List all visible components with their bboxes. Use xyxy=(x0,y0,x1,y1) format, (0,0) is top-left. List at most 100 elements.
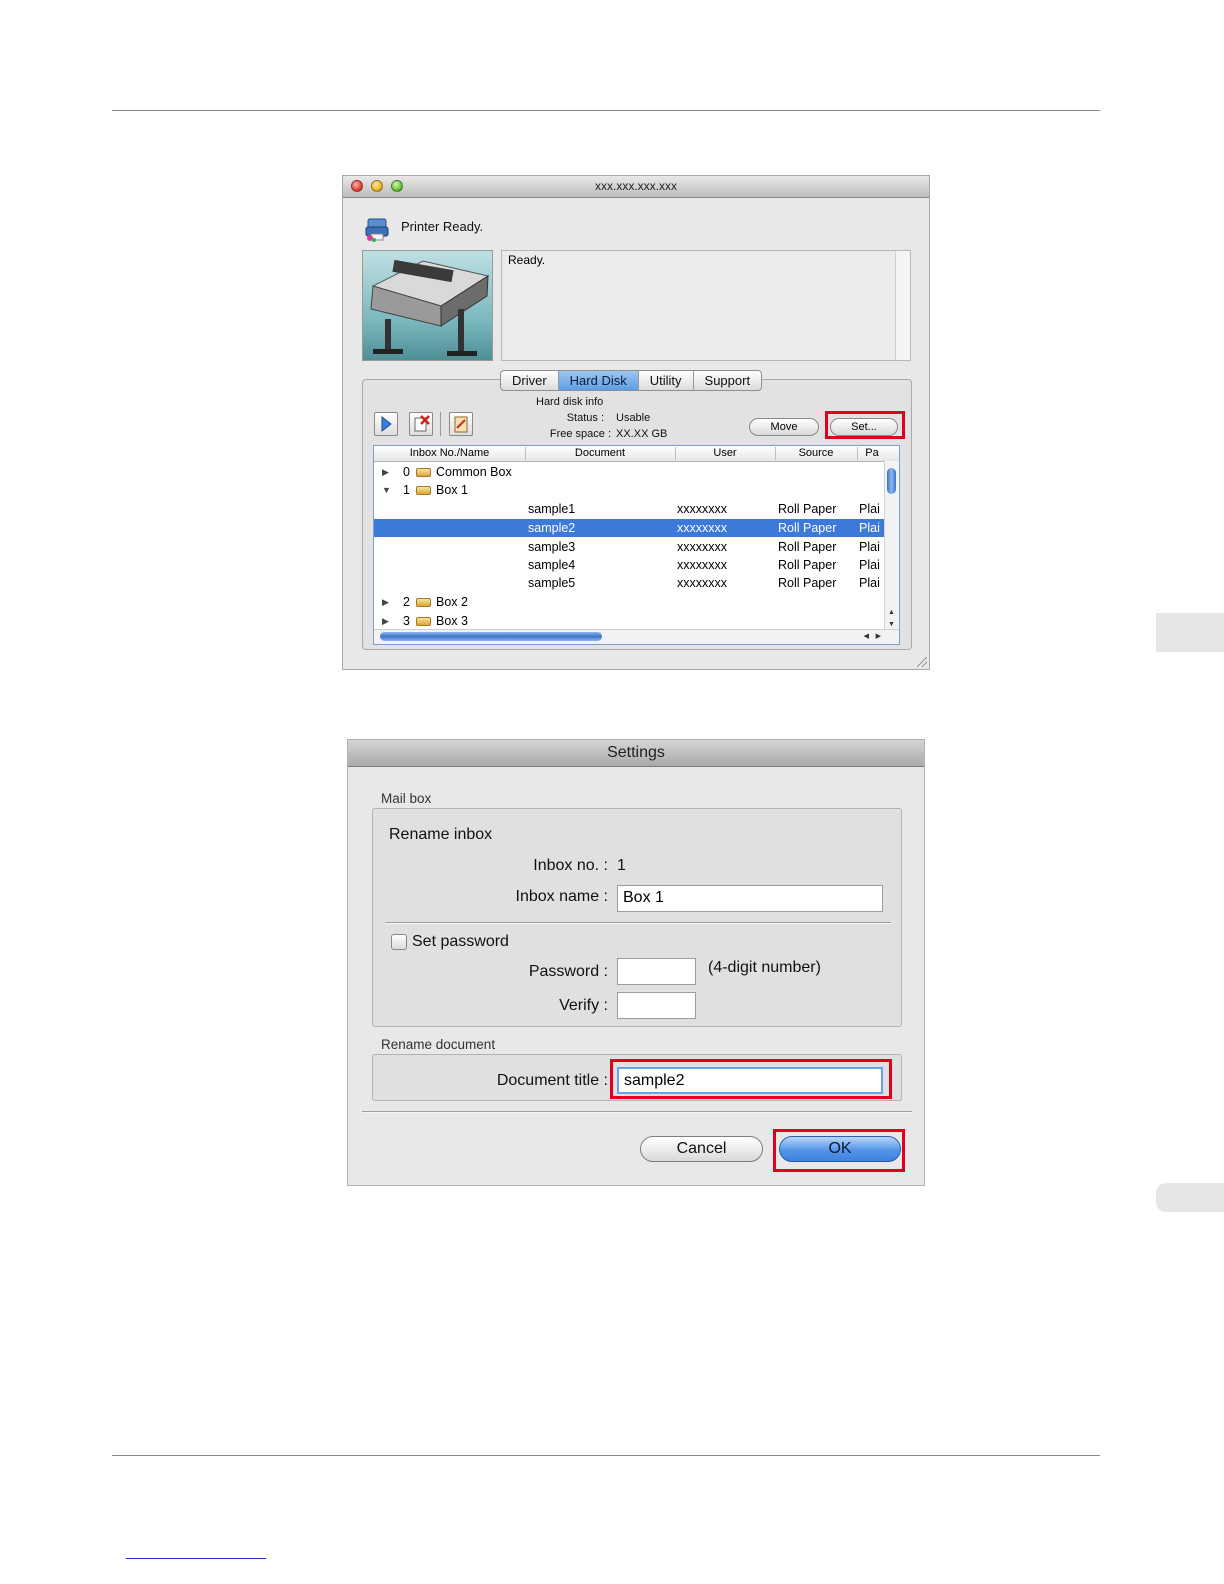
index-tab xyxy=(1156,1183,1224,1212)
doc-source: Roll Paper xyxy=(778,521,837,535)
verify-field[interactable] xyxy=(617,992,696,1019)
rename-inbox-heading: Rename inbox xyxy=(389,826,493,843)
doc-pa: Plai xyxy=(859,558,880,572)
tab-utility[interactable]: Utility xyxy=(639,371,694,390)
toolbar-separator xyxy=(440,412,441,436)
password-label: Password : xyxy=(528,963,608,980)
tab-driver[interactable]: Driver xyxy=(501,371,559,390)
inbox-row-box2[interactable]: ▶ 2 Box 2 xyxy=(374,593,885,611)
doc-user: xxxxxxxx xyxy=(677,540,727,554)
status-message: Ready. xyxy=(508,253,546,267)
inbox-name: Box 2 xyxy=(436,595,468,609)
status-message-box: Ready. xyxy=(501,250,911,361)
document-title-highlight xyxy=(610,1059,892,1099)
move-button[interactable]: Move xyxy=(749,418,819,436)
doc-pa: Plai xyxy=(859,540,880,554)
horizontal-scroll-thumb[interactable] xyxy=(380,632,602,641)
inbox-row-box1[interactable]: ▼ 1 Box 1 xyxy=(374,481,885,499)
inbox-no: 1 xyxy=(403,483,410,497)
button-divider xyxy=(362,1111,912,1113)
mail-box-group-label: Mail box xyxy=(381,791,432,806)
footer-link-underline xyxy=(126,1558,266,1559)
delete-job-button[interactable] xyxy=(409,412,433,436)
folder-icon xyxy=(416,617,431,626)
ok-button-highlight xyxy=(773,1129,905,1172)
document-row[interactable]: sample5 xxxxxxxx Roll Paper Plai xyxy=(374,574,885,592)
settings-dialog: Settings Mail box Rename inbox Inbox no.… xyxy=(347,739,925,1186)
tab-hard-disk[interactable]: Hard Disk xyxy=(558,371,639,390)
set-button-highlight xyxy=(825,411,905,439)
printer-status-icon xyxy=(365,218,389,242)
document-row-selected[interactable]: sample2 xxxxxxxx Roll Paper Plai xyxy=(374,519,885,537)
tab-bar: Driver Hard Disk Utility Support xyxy=(500,370,763,391)
horizontal-scrollbar[interactable]: ◀ ▶ xyxy=(374,629,899,644)
inbox-no: 3 xyxy=(403,614,410,628)
col-document[interactable]: Document xyxy=(525,447,676,460)
doc-name: sample2 xyxy=(528,521,576,535)
doc-user: xxxxxxxx xyxy=(677,576,727,590)
col-pa[interactable]: Pa xyxy=(857,447,887,460)
inbox-row-box3[interactable]: ▶ 3 Box 3 xyxy=(374,612,885,630)
printer-image xyxy=(362,250,493,361)
col-user[interactable]: User xyxy=(675,447,776,460)
page-top-rule xyxy=(112,110,1100,111)
tab-support[interactable]: Support xyxy=(694,371,762,390)
doc-pa: Plai xyxy=(859,502,880,516)
doc-pa: Plai xyxy=(859,576,880,590)
disclosure-right-icon[interactable]: ▶ xyxy=(382,612,389,630)
set-password-checkbox[interactable] xyxy=(391,934,407,950)
verify-label: Verify : xyxy=(559,997,608,1014)
doc-pa: Plai xyxy=(859,521,880,535)
col-source[interactable]: Source xyxy=(775,447,858,460)
disclosure-right-icon[interactable]: ▶ xyxy=(382,463,389,481)
doc-source: Roll Paper xyxy=(778,502,837,516)
doc-source: Roll Paper xyxy=(778,576,837,590)
printer-status-window: xxx.xxx.xxx.xxx Printer Ready. Ready. Dr… xyxy=(342,175,930,670)
dialog-title: Settings xyxy=(348,740,924,767)
doc-user: xxxxxxxx xyxy=(677,502,727,516)
group-divider xyxy=(385,922,891,924)
rename-document-group-label: Rename document xyxy=(381,1037,496,1052)
doc-name: sample5 xyxy=(528,576,576,590)
doc-name: sample1 xyxy=(528,502,576,516)
resize-grip[interactable] xyxy=(917,657,927,667)
inbox-name-label: Inbox name : xyxy=(515,888,609,905)
document-row[interactable]: sample3 xxxxxxxx Roll Paper Plai xyxy=(374,538,885,556)
play-icon xyxy=(381,415,392,433)
password-field[interactable] xyxy=(617,958,696,985)
status-value: Usable xyxy=(616,412,651,424)
col-inbox-name[interactable]: Inbox No./Name xyxy=(374,447,526,460)
status-title: Printer Ready. xyxy=(401,219,484,234)
message-scrollbar[interactable] xyxy=(895,251,910,360)
scroll-left-icon[interactable]: ◀ xyxy=(864,632,869,640)
disclosure-right-icon[interactable]: ▶ xyxy=(382,593,389,611)
scroll-right-icon[interactable]: ▶ xyxy=(876,632,881,640)
open-folder-icon xyxy=(416,468,431,477)
inbox-no: 2 xyxy=(403,595,410,609)
inbox-no-value: 1 xyxy=(617,857,626,874)
inbox-name-field[interactable]: Box 1 xyxy=(617,885,883,912)
job-properties-button[interactable] xyxy=(449,412,473,436)
scroll-up-icon[interactable]: ▲ xyxy=(888,609,895,616)
table-header: Inbox No./Name Document User Source Pa xyxy=(374,446,899,462)
window-titlebar[interactable]: xxx.xxx.xxx.xxx xyxy=(343,176,929,198)
cancel-button[interactable]: Cancel xyxy=(640,1136,763,1162)
set-password-label[interactable]: Set password xyxy=(412,933,509,951)
properties-icon xyxy=(454,416,468,433)
window-title: xxx.xxx.xxx.xxx xyxy=(594,179,677,193)
folder-icon xyxy=(416,486,431,495)
scroll-down-icon[interactable]: ▼ xyxy=(888,621,895,628)
print-job-button[interactable] xyxy=(374,412,398,436)
inbox-table[interactable]: Inbox No./Name Document User Source Pa ▶… xyxy=(373,445,900,645)
document-title-label: Document title : xyxy=(496,1072,608,1089)
vertical-scrollbar[interactable]: ▲ ▼ xyxy=(884,461,899,630)
vertical-scroll-thumb[interactable] xyxy=(887,468,896,494)
status-label: Status : xyxy=(566,412,604,424)
disclosure-down-icon[interactable]: ▼ xyxy=(382,481,391,499)
document-row[interactable]: sample1 xxxxxxxx Roll Paper Plai xyxy=(374,500,885,518)
free-space-label: Free space : xyxy=(549,428,611,440)
free-space-value: XX.XX GB xyxy=(616,428,668,440)
doc-user: xxxxxxxx xyxy=(677,521,727,535)
inbox-row-common[interactable]: ▶ 0 Common Box xyxy=(374,463,885,481)
document-row[interactable]: sample4 xxxxxxxx Roll Paper Plai xyxy=(374,556,885,574)
